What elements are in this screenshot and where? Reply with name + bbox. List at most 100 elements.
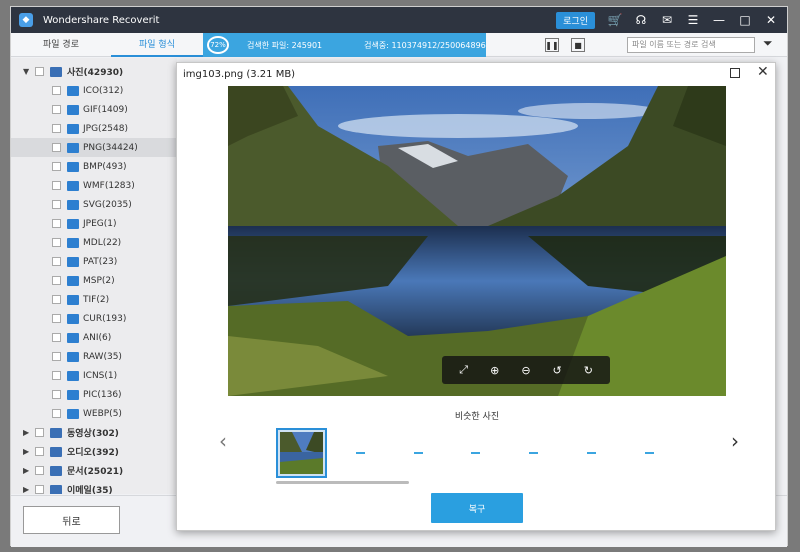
pause-button[interactable]: ❚❚ bbox=[545, 38, 559, 52]
checkbox[interactable] bbox=[52, 105, 61, 114]
checkbox[interactable] bbox=[35, 67, 44, 76]
checkbox[interactable] bbox=[52, 390, 61, 399]
expand-icon[interactable]: ▶ bbox=[23, 447, 29, 456]
folder-icon bbox=[67, 218, 79, 229]
checkbox[interactable] bbox=[52, 371, 61, 380]
tree-label: JPEG(1) bbox=[83, 218, 117, 229]
tree-group-video[interactable]: ▶ 동영상(302) bbox=[11, 423, 177, 442]
minimize-icon[interactable]: — bbox=[709, 13, 729, 27]
tree-group-email[interactable]: ▶ 이메일(35) bbox=[11, 480, 177, 494]
tree-label: GIF(1409) bbox=[83, 104, 128, 115]
filter-icon[interactable]: ⏷ bbox=[763, 36, 773, 51]
tree-item[interactable]: ICO(312) bbox=[11, 81, 177, 100]
cart-icon[interactable]: 🛒 bbox=[605, 13, 625, 27]
rotate-left-icon[interactable]: ↺ bbox=[548, 364, 566, 377]
checkbox[interactable] bbox=[52, 295, 61, 304]
expand-icon[interactable]: ▶ bbox=[23, 428, 29, 437]
tree-item[interactable]: PAT(23) bbox=[11, 252, 177, 271]
tree-item[interactable]: PIC(136) bbox=[11, 385, 177, 404]
checkbox[interactable] bbox=[52, 314, 61, 323]
tree-item[interactable]: MSP(2) bbox=[11, 271, 177, 290]
checkbox[interactable] bbox=[52, 86, 61, 95]
tree-item[interactable]: SVG(2035) bbox=[11, 195, 177, 214]
menu-icon[interactable]: ☰ bbox=[683, 13, 703, 27]
tab-file-path[interactable]: 파일 경로 bbox=[11, 33, 111, 57]
folder-icon bbox=[67, 104, 79, 115]
login-button[interactable]: 로그인 bbox=[556, 11, 595, 29]
checkbox[interactable] bbox=[52, 219, 61, 228]
checkbox[interactable] bbox=[52, 162, 61, 171]
tree-item[interactable]: TIF(2) bbox=[11, 290, 177, 309]
checkbox[interactable] bbox=[35, 447, 44, 456]
checkbox[interactable] bbox=[52, 181, 61, 190]
tree-item[interactable]: ANI(6) bbox=[11, 328, 177, 347]
checkbox[interactable] bbox=[52, 143, 61, 152]
tree-item[interactable]: CUR(193) bbox=[11, 309, 177, 328]
zoom-in-icon[interactable]: ⊕ bbox=[486, 364, 504, 377]
thumbnail-placeholder[interactable] bbox=[414, 452, 423, 454]
checkbox[interactable] bbox=[35, 428, 44, 437]
tree-item[interactable]: MDL(22) bbox=[11, 233, 177, 252]
tree-label: SVG(2035) bbox=[83, 199, 132, 210]
expand-icon[interactable]: ▶ bbox=[23, 485, 29, 494]
thumbnail-image bbox=[280, 432, 323, 474]
checkbox[interactable] bbox=[52, 276, 61, 285]
checkbox[interactable] bbox=[35, 485, 44, 494]
checkbox[interactable] bbox=[52, 352, 61, 361]
folder-icon bbox=[67, 180, 79, 191]
maximize-icon[interactable] bbox=[730, 68, 740, 78]
collapse-icon[interactable]: ▼ bbox=[23, 67, 29, 76]
checkbox[interactable] bbox=[52, 333, 61, 342]
search-input[interactable]: 파일 이름 또는 경로 검색 bbox=[627, 37, 755, 53]
expand-icon[interactable]: ▶ bbox=[23, 466, 29, 475]
checkbox[interactable] bbox=[52, 238, 61, 247]
tree-item[interactable]: JPEG(1) bbox=[11, 214, 177, 233]
tree-item[interactable]: JPG(2548) bbox=[11, 119, 177, 138]
checkbox[interactable] bbox=[52, 409, 61, 418]
audio-folder-icon bbox=[50, 446, 62, 457]
checkbox[interactable] bbox=[52, 200, 61, 209]
thumbnail-scrollbar[interactable] bbox=[276, 481, 409, 484]
zoom-out-icon[interactable]: ⊖ bbox=[517, 364, 535, 377]
previous-arrow-icon[interactable]: ‹ bbox=[219, 429, 227, 453]
landscape-image bbox=[228, 86, 726, 396]
fullscreen-icon[interactable]: ⤢ bbox=[455, 363, 473, 377]
tree-item[interactable]: WEBP(5) bbox=[11, 404, 177, 423]
tree-label: MDL(22) bbox=[83, 237, 122, 248]
tree-group-audio[interactable]: ▶ 오디오(392) bbox=[11, 442, 177, 461]
tree-item[interactable]: RAW(35) bbox=[11, 347, 177, 366]
tree-root-photos[interactable]: ▼ 사진(42930) bbox=[11, 62, 177, 81]
folder-icon bbox=[67, 275, 79, 286]
tree-item[interactable]: GIF(1409) bbox=[11, 100, 177, 119]
tree-group-documents[interactable]: ▶ 문서(25021) bbox=[11, 461, 177, 480]
rotate-right-icon[interactable]: ↻ bbox=[579, 364, 597, 377]
tree-label: PAT(23) bbox=[83, 256, 118, 267]
thumbnail-placeholder[interactable] bbox=[471, 452, 480, 454]
thumbnail-placeholder[interactable] bbox=[645, 452, 654, 454]
maximize-icon[interactable]: □ bbox=[735, 13, 755, 27]
stop-button[interactable]: ■ bbox=[571, 38, 585, 52]
headset-icon[interactable]: ☊ bbox=[631, 13, 651, 27]
tab-file-type[interactable]: 파일 형식 bbox=[111, 33, 203, 57]
tree-label: RAW(35) bbox=[83, 351, 122, 362]
similar-photos-label: 비슷한 사진 bbox=[454, 412, 500, 422]
close-icon[interactable]: ✕ bbox=[761, 13, 781, 27]
checkbox[interactable] bbox=[52, 257, 61, 266]
back-button[interactable]: 뒤로 bbox=[23, 506, 120, 534]
checkbox[interactable] bbox=[35, 466, 44, 475]
tree-item-selected[interactable]: PNG(34424) bbox=[11, 138, 177, 157]
tree-item[interactable]: ICNS(1) bbox=[11, 366, 177, 385]
thumbnail-selected[interactable] bbox=[276, 428, 327, 478]
next-arrow-icon[interactable]: › bbox=[731, 429, 739, 453]
recover-button[interactable]: 복구 bbox=[431, 493, 523, 523]
tree-item[interactable]: BMP(493) bbox=[11, 157, 177, 176]
close-icon[interactable]: ✕ bbox=[757, 64, 769, 80]
tree-item[interactable]: WMF(1283) bbox=[11, 176, 177, 195]
folder-icon bbox=[67, 389, 79, 400]
folder-icon bbox=[67, 256, 79, 267]
thumbnail-placeholder[interactable] bbox=[356, 452, 365, 454]
mail-icon[interactable]: ✉ bbox=[657, 13, 677, 27]
checkbox[interactable] bbox=[52, 124, 61, 133]
thumbnail-placeholder[interactable] bbox=[529, 452, 538, 454]
thumbnail-placeholder[interactable] bbox=[587, 452, 596, 454]
